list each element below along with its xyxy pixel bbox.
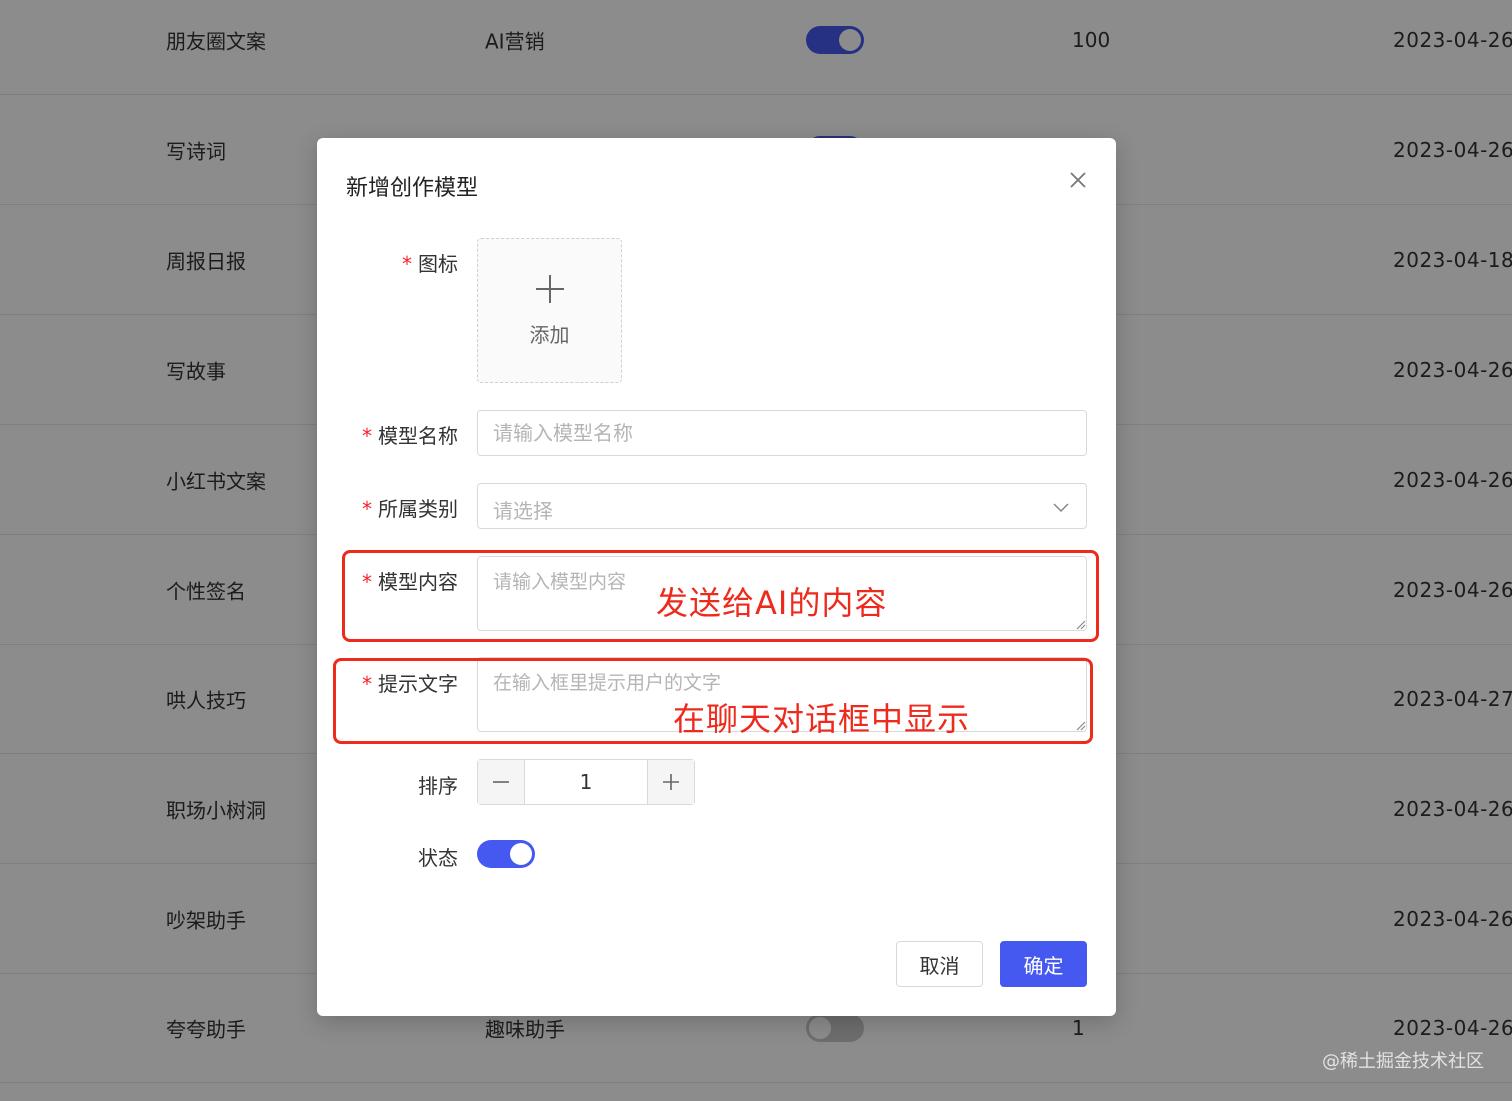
icon-upload[interactable]: 添加 [477,238,622,383]
minus-icon [493,781,509,783]
hint-label: * 提示文字 [362,672,458,696]
decrement-button[interactable] [478,760,525,804]
annotation-content-note: 发送给AI的内容 [656,584,888,622]
dialog-title: 新增创作模型 [346,176,479,201]
create-model-dialog: 新增创作模型 *图标 添加 *模型名称 *所属类别 请选择 *模型内容 *提示文… [317,138,1116,1016]
required-mark: * [402,252,412,276]
confirm-button[interactable]: 确定 [1000,941,1087,987]
content-label: * 模型内容 [362,570,458,594]
toggle-knob [510,843,532,865]
watermark: @稀土掘金技术社区 [1322,1051,1484,1072]
increment-button[interactable] [647,760,694,804]
select-placeholder: 请选择 [493,499,553,523]
icon-label: * 图标 [402,252,458,276]
order-stepper: 1 [477,759,695,805]
order-label: 排序 [418,774,458,798]
status-toggle[interactable] [477,840,535,868]
resize-handle-icon[interactable] [1074,618,1086,630]
chevron-down-icon [1053,503,1069,513]
cancel-button[interactable]: 取消 [896,941,983,987]
upload-label: 添加 [529,323,570,347]
category-label: * 所属类别 [362,497,458,521]
required-mark: * [362,497,372,521]
annotation-hint-note: 在聊天对话框中显示 [673,700,971,738]
plus-icon [535,275,564,303]
name-label: * 模型名称 [362,424,458,448]
plus-icon [663,774,679,790]
category-select[interactable]: 请选择 [477,483,1087,529]
required-mark: * [362,672,372,696]
model-name-input[interactable] [477,410,1087,456]
required-mark: * [362,570,372,594]
required-mark: * [362,424,372,448]
status-label: 状态 [418,846,458,870]
order-value[interactable]: 1 [525,760,647,804]
close-icon[interactable] [1066,168,1090,192]
resize-handle-icon[interactable] [1074,719,1086,731]
